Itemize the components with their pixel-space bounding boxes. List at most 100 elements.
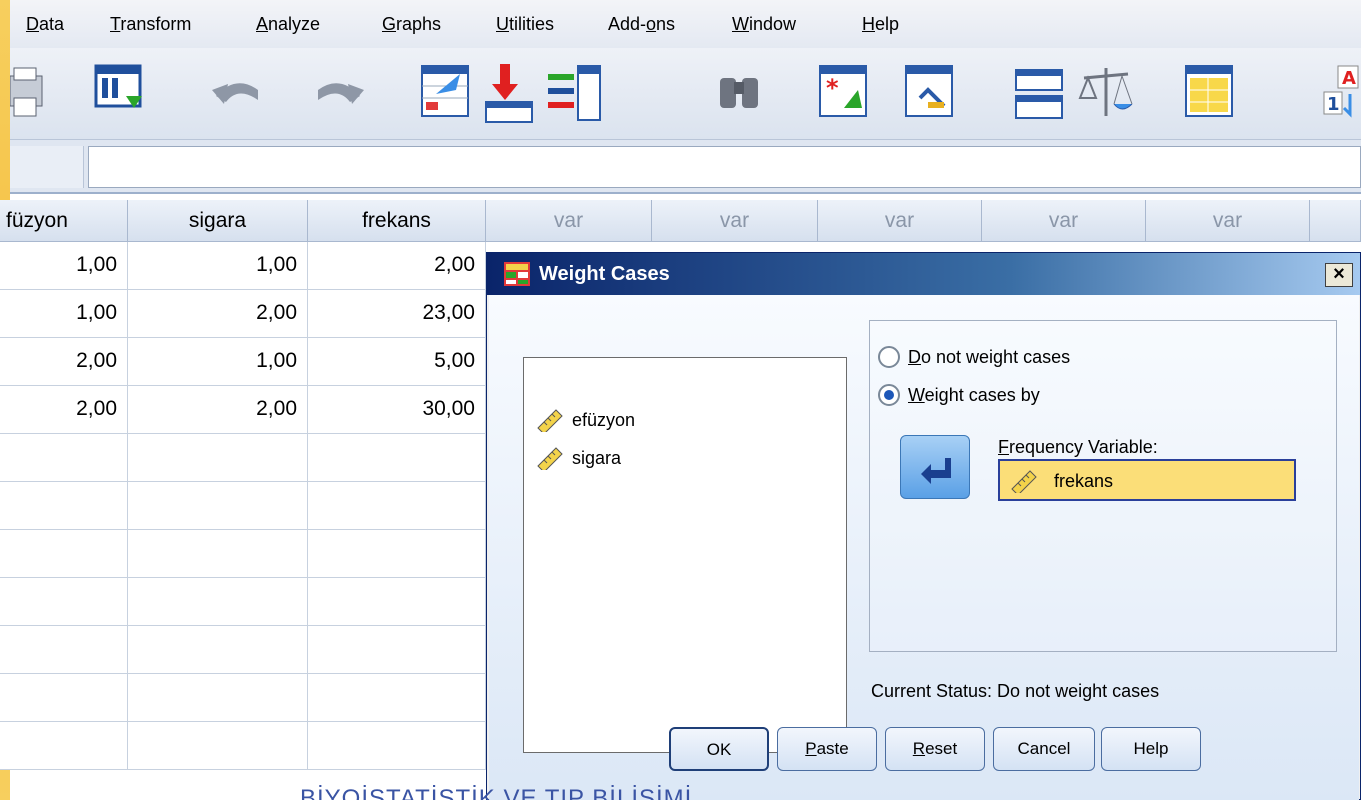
table-cell[interactable]: 5,00 <box>308 338 486 386</box>
column-header-var[interactable]: var <box>486 200 652 242</box>
column-header-frekans[interactable]: frekans <box>308 200 486 242</box>
close-icon[interactable]: × <box>1325 263 1353 287</box>
column-header-efuzyon[interactable]: füzyon <box>0 200 128 242</box>
dialog-body: efüzyon sigara Do not weight cases Weigh… <box>489 295 1359 800</box>
undo-icon[interactable] <box>206 60 266 126</box>
table-cell[interactable] <box>308 722 486 770</box>
table-cell[interactable] <box>0 530 128 578</box>
dialog-title: Weight Cases <box>539 263 670 285</box>
footer-text: BİYOİSTATİSTİK VE TIP BİLİŞİMİ <box>300 785 693 800</box>
select-cases-icon[interactable] <box>900 60 960 126</box>
reset-button[interactable]: Reset <box>885 727 985 771</box>
scale-ruler-icon <box>536 446 564 473</box>
frequency-variable-label: Frequency Variable: <box>998 437 1158 457</box>
menu-graphs[interactable]: Graphs <box>382 14 441 35</box>
column-header-var[interactable]: var <box>652 200 818 242</box>
menu-help[interactable]: Help <box>862 14 899 35</box>
menu-window[interactable]: Window <box>732 14 796 35</box>
find-binoculars-icon[interactable] <box>710 60 770 126</box>
cell-reference-box[interactable] <box>10 146 84 188</box>
table-cell[interactable] <box>128 722 308 770</box>
column-header-var[interactable]: var <box>1146 200 1310 242</box>
variables-icon[interactable] <box>90 60 150 126</box>
menu-add-ons[interactable]: Add-ons <box>608 14 675 35</box>
table-cell[interactable]: 1,00 <box>128 338 308 386</box>
toolbar: * A1 <box>9 48 1361 140</box>
column-header-var[interactable]: var <box>982 200 1146 242</box>
table-cell[interactable] <box>0 626 128 674</box>
table-cell[interactable] <box>308 674 486 722</box>
table-cell[interactable] <box>0 434 128 482</box>
table-cell[interactable]: 1,00 <box>128 242 308 290</box>
menu-bar: Data Transform Analyze Graphs Utilities … <box>10 0 1361 48</box>
table-cell[interactable] <box>128 434 308 482</box>
table-cell[interactable]: 2,00 <box>0 338 128 386</box>
table-cell[interactable] <box>308 434 486 482</box>
table-cell[interactable]: 1,00 <box>0 242 128 290</box>
table-cell[interactable] <box>308 626 486 674</box>
redo-icon[interactable] <box>310 60 370 126</box>
weight-cases-scale-icon[interactable] <box>1076 60 1136 126</box>
table-cell[interactable]: 2,00 <box>308 242 486 290</box>
radio-button-selected[interactable] <box>878 384 900 407</box>
help-button[interactable]: Help <box>1101 727 1201 771</box>
table-cell[interactable] <box>0 578 128 626</box>
current-status-text: Current Status: Do not weight cases <box>871 681 1160 701</box>
arrow-left-icon <box>921 458 951 484</box>
svg-text:A: A <box>1342 68 1356 89</box>
frequency-variable-field[interactable]: frekans <box>998 459 1296 501</box>
ok-button[interactable]: OK <box>669 727 769 771</box>
table-cell[interactable] <box>308 578 486 626</box>
table-cell[interactable]: 2,00 <box>128 386 308 434</box>
list-item[interactable]: efüzyon <box>536 406 635 435</box>
table-cell[interactable] <box>308 530 486 578</box>
table-cell[interactable]: 23,00 <box>308 290 486 338</box>
svg-text:*: * <box>826 74 839 102</box>
do-not-weight-radio[interactable]: Do not weight cases <box>878 343 1070 369</box>
insert-cases-icon[interactable] <box>480 60 540 126</box>
radio-button[interactable] <box>878 346 900 369</box>
table-cell[interactable]: 1,00 <box>0 290 128 338</box>
cancel-button[interactable]: Cancel <box>993 727 1095 771</box>
split-file-icon[interactable]: * <box>814 60 874 126</box>
spss-grid-icon <box>503 261 531 287</box>
table-cell[interactable] <box>0 482 128 530</box>
table-cell[interactable] <box>308 482 486 530</box>
table-cell[interactable] <box>0 674 128 722</box>
menu-utilities[interactable]: Utilities <box>496 14 554 35</box>
value-labels-icon[interactable] <box>1010 60 1070 126</box>
dialog-title-bar[interactable]: Weight Cases × <box>487 253 1360 295</box>
print-icon[interactable] <box>9 60 50 126</box>
weight-options-panel: Do not weight cases Weight cases by Freq… <box>869 320 1337 652</box>
value-label-a1-icon[interactable]: A1 <box>1306 60 1361 126</box>
menu-transform[interactable]: Transform <box>110 14 191 35</box>
table-cell[interactable] <box>128 674 308 722</box>
column-header-var[interactable] <box>1310 200 1361 242</box>
scale-ruler-icon <box>1010 469 1038 496</box>
weight-cases-dialog: Weight Cases × efüzyon sigara Do not wei… <box>486 252 1361 800</box>
goto-case-icon[interactable] <box>416 60 476 126</box>
table-cell[interactable] <box>128 578 308 626</box>
insert-variable-icon[interactable] <box>544 60 604 126</box>
column-header-sigara[interactable]: sigara <box>128 200 308 242</box>
paste-button[interactable]: Paste <box>777 727 877 771</box>
source-variable-list[interactable]: efüzyon sigara <box>523 357 847 753</box>
column-header-var[interactable]: var <box>818 200 982 242</box>
weight-cases-by-radio[interactable]: Weight cases by <box>878 381 1040 407</box>
table-cell[interactable]: 2,00 <box>0 386 128 434</box>
menu-data[interactable]: Data <box>26 14 64 35</box>
table-cell[interactable] <box>128 626 308 674</box>
table-cell[interactable]: 30,00 <box>308 386 486 434</box>
menu-analyze[interactable]: Analyze <box>256 14 320 35</box>
table-cell[interactable] <box>128 482 308 530</box>
list-item[interactable]: sigara <box>536 444 621 473</box>
cell-editor-row <box>10 140 1361 194</box>
scale-ruler-icon <box>536 408 564 435</box>
table-cell[interactable]: 2,00 <box>128 290 308 338</box>
table-cell[interactable] <box>128 530 308 578</box>
use-variable-sets-icon[interactable] <box>1180 60 1240 126</box>
table-cell[interactable] <box>0 722 128 770</box>
svg-text:1: 1 <box>1327 94 1340 115</box>
move-variable-button[interactable] <box>900 435 970 499</box>
cell-value-input[interactable] <box>88 146 1361 188</box>
